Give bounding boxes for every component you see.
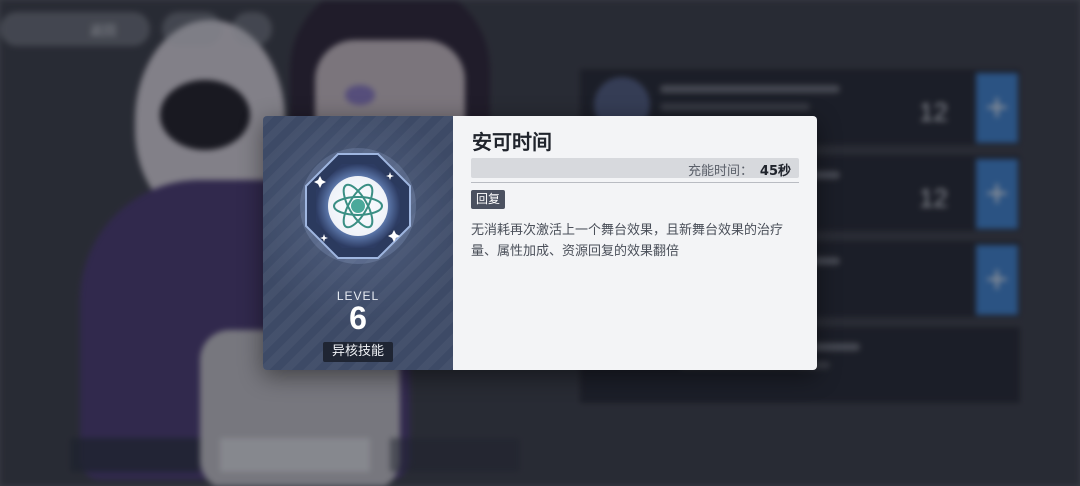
skill-description: 无消耗再次激活上一个舞台效果，且新舞台效果的治疗量、属性加成、资源回复的效果翻倍 xyxy=(471,223,784,259)
skill-detail-card: LEVEL 6 异核技能 安可时间 充能时间： 45秒 回复 无消耗再次激活上一… xyxy=(263,116,817,370)
charge-time-label: 充能时间： xyxy=(687,164,753,179)
skill-title: 安可时间 xyxy=(472,130,552,154)
charge-time-bar: 充能时间： 45秒 xyxy=(471,158,799,179)
divider xyxy=(471,182,799,183)
skill-emblem-panel: LEVEL 6 异核技能 xyxy=(263,116,453,370)
skill-tag: 回复 xyxy=(471,190,506,209)
level-value: 6 xyxy=(349,300,367,336)
skill-info-panel: 安可时间 充能时间： 45秒 回复 无消耗再次激活上一个舞台效果，且新舞台效果的… xyxy=(453,116,817,370)
charge-time-value: 45秒 xyxy=(759,164,791,179)
atom-crystal-icon xyxy=(300,148,416,264)
skill-type-badge: 异核技能 xyxy=(323,342,393,362)
